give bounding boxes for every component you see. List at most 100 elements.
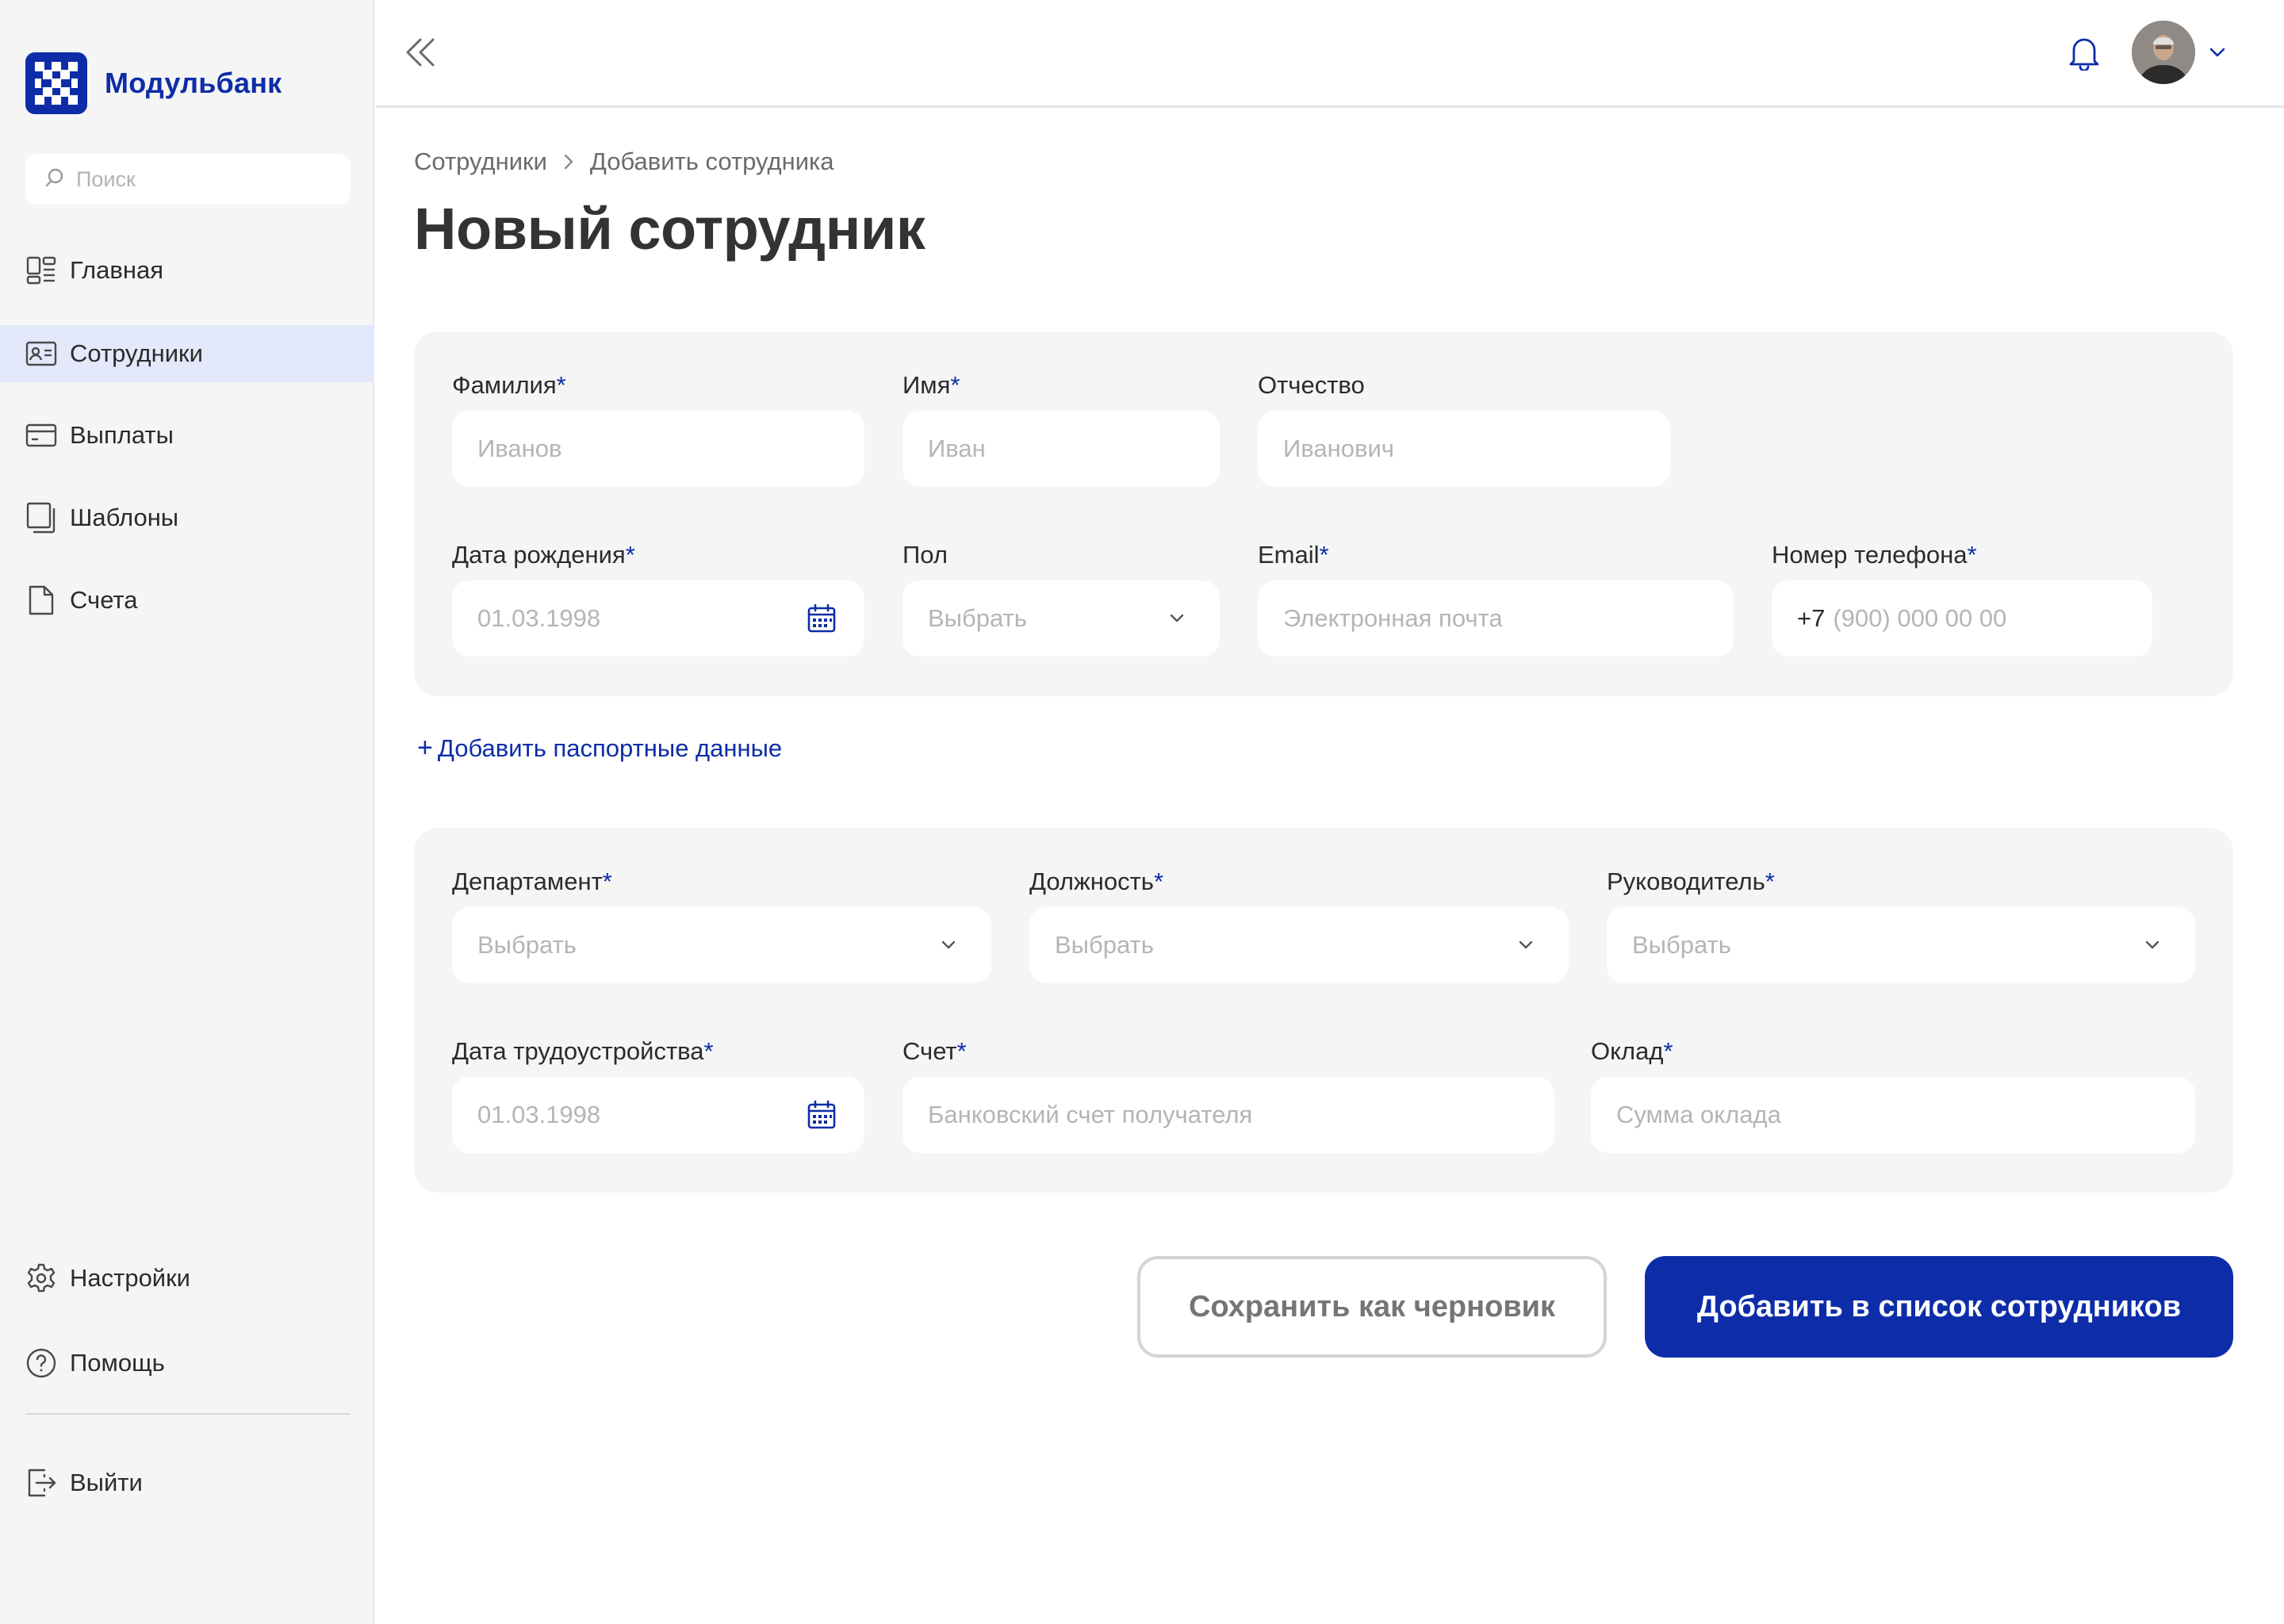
account-label: Счет* (902, 1037, 967, 1065)
sidebar-item-templates[interactable]: Шаблоны (0, 489, 374, 546)
sidebar-item-employees[interactable]: Сотрудники (0, 325, 374, 382)
page-title: Новый сотрудник (414, 196, 925, 262)
chevron-down-icon (2135, 928, 2170, 963)
sidebar: Модульбанк Главная Сотрудники Выплаты Ша… (0, 0, 374, 1624)
account-control (902, 1077, 1554, 1153)
gender-select[interactable]: Выбрать (902, 580, 1220, 657)
account-input[interactable] (928, 1101, 1529, 1129)
last-name-input[interactable] (477, 435, 839, 463)
sidebar-item-label: Главная (70, 256, 163, 284)
sidebar-item-label: Выйти (70, 1469, 143, 1496)
chevron-down-icon (1159, 601, 1194, 636)
hire-date-label: Дата трудоустройства* (452, 1037, 714, 1065)
hire-date-field: Дата трудоустройства* (452, 1036, 864, 1153)
department-field: Департамент* Выбрать (452, 866, 991, 983)
notifications-button[interactable] (2064, 33, 2105, 75)
gender-field: Пол Выбрать (902, 539, 1220, 657)
patronymic-field: Отчество (1258, 370, 1670, 487)
first-name-control (902, 411, 1220, 487)
salary-label: Оклад* (1591, 1037, 1673, 1065)
sidebar-item-accounts[interactable]: Счета (0, 572, 374, 629)
gender-label: Пол (902, 541, 948, 569)
chevron-down-icon (2209, 47, 2226, 62)
employment-card: Департамент* Выбрать Должность* Выбрать … (414, 828, 2233, 1193)
brand-name: Модульбанк (105, 67, 282, 99)
dashboard-icon (25, 255, 57, 286)
birth-date-field: Дата рождения* (452, 539, 864, 657)
patronymic-input[interactable] (1283, 435, 1645, 463)
sidebar-item-home[interactable]: Главная (0, 242, 374, 299)
sidebar-item-logout[interactable]: Выйти (0, 1454, 374, 1511)
add-passport-data-link[interactable]: + Добавить паспортные данные (417, 733, 782, 764)
email-control (1258, 580, 1734, 657)
avatar[interactable] (2132, 21, 2195, 84)
search-icon (44, 167, 65, 192)
help-icon (25, 1347, 57, 1379)
calendar-icon[interactable] (804, 1097, 839, 1132)
add-passport-label: Добавить паспортные данные (437, 733, 783, 762)
top-header (376, 0, 2284, 108)
manager-select[interactable]: Выбрать (1607, 907, 2195, 983)
manager-label: Руководитель* (1607, 868, 1775, 895)
first-name-input[interactable] (928, 435, 1194, 463)
phone-field: Номер телефона* +7 (1772, 539, 2152, 657)
sidebar-search[interactable] (25, 154, 351, 205)
sidebar-item-label: Счета (70, 586, 138, 614)
phone-prefix: +7 (1797, 604, 1826, 632)
hire-date-input[interactable] (477, 1101, 804, 1129)
email-label: Email* (1258, 541, 1329, 569)
search-input[interactable] (76, 167, 338, 192)
file-icon (25, 584, 57, 616)
first-name-field: Имя* (902, 370, 1220, 487)
plus-icon: + (417, 733, 433, 763)
sidebar-item-label: Помощь (70, 1349, 165, 1377)
personal-data-card: Фамилия* Имя* Отчество Дата рождения* По… (414, 331, 2233, 696)
credit-card-icon (25, 419, 57, 451)
manager-field: Руководитель* Выбрать (1607, 866, 2195, 983)
last-name-control (452, 411, 864, 487)
phone-input[interactable] (1833, 604, 2127, 633)
gear-icon (25, 1262, 57, 1294)
sidebar-item-label: Настройки (70, 1264, 191, 1292)
copy-icon (25, 502, 57, 534)
salary-input[interactable] (1616, 1101, 2170, 1129)
hire-date-control (452, 1077, 864, 1153)
position-label: Должность* (1029, 868, 1164, 895)
department-select[interactable]: Выбрать (452, 907, 991, 983)
email-input[interactable] (1283, 604, 1708, 633)
sidebar-item-settings[interactable]: Настройки (0, 1250, 374, 1307)
phone-label: Номер телефона* (1772, 541, 1977, 569)
sidebar-item-payments[interactable]: Выплаты (0, 407, 374, 464)
birth-date-input[interactable] (477, 604, 804, 633)
chevron-right-icon (563, 153, 574, 170)
department-label: Департамент* (452, 868, 612, 895)
position-field: Должность* Выбрать (1029, 866, 1569, 983)
chevron-down-icon (1508, 928, 1543, 963)
sidebar-item-label: Выплаты (70, 421, 174, 449)
double-chevron-left-icon (403, 35, 438, 74)
save-draft-button[interactable]: Сохранить как черновик (1137, 1256, 1607, 1358)
account-menu-button[interactable] (2206, 43, 2228, 65)
chevron-down-icon (931, 928, 966, 963)
add-employee-button[interactable]: Добавить в список сотрудников (1645, 1256, 2233, 1358)
gender-select-value: Выбрать (928, 604, 1027, 632)
last-name-field: Фамилия* (452, 370, 864, 487)
salary-field: Оклад* (1591, 1036, 2195, 1153)
position-select-value: Выбрать (1055, 931, 1154, 959)
modulbank-logo-icon (25, 52, 87, 114)
sidebar-divider (25, 1413, 351, 1415)
id-card-icon (25, 338, 57, 370)
breadcrumb: Сотрудники Добавить сотрудника (414, 147, 834, 176)
phone-control: +7 (1772, 580, 2152, 657)
breadcrumb-current: Добавить сотрудника (589, 147, 834, 175)
patronymic-control (1258, 411, 1670, 487)
calendar-icon[interactable] (804, 601, 839, 636)
collapse-sidebar-button[interactable] (400, 33, 441, 75)
brand-logo[interactable]: Модульбанк (25, 52, 282, 114)
department-select-value: Выбрать (477, 931, 577, 959)
position-select[interactable]: Выбрать (1029, 907, 1569, 983)
breadcrumb-link-employees[interactable]: Сотрудники (414, 147, 547, 176)
salary-control (1591, 1077, 2195, 1153)
sidebar-item-help[interactable]: Помощь (0, 1335, 374, 1392)
logout-icon (25, 1467, 57, 1499)
